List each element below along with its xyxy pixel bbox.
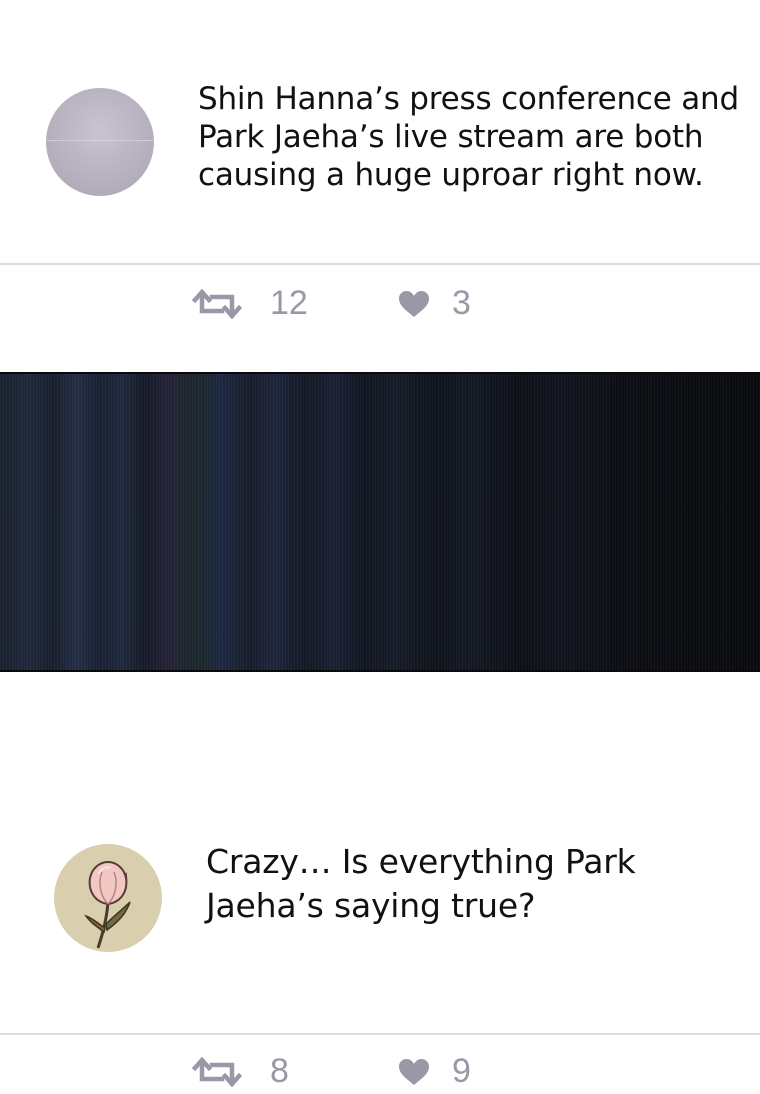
like-count: 3 xyxy=(452,284,471,322)
retweet-icon xyxy=(192,1056,242,1087)
divider xyxy=(0,263,760,265)
post-text: Crazy… Is everything Park Jaeha’s saying… xyxy=(206,842,636,925)
divider xyxy=(0,1033,760,1035)
like-count: 9 xyxy=(452,1052,471,1090)
retweet-count: 12 xyxy=(270,284,308,322)
retweet-icon xyxy=(192,288,242,319)
dark-comic-panel xyxy=(0,372,760,672)
post-actions: 12 3 xyxy=(0,276,760,326)
post-actions: 8 9 xyxy=(0,1044,760,1094)
post-text: Shin Hanna’s press conference and Park J… xyxy=(198,81,739,193)
heart-icon xyxy=(399,290,429,317)
retweet-button[interactable]: 12 xyxy=(192,284,308,323)
like-button[interactable]: 3 xyxy=(398,284,471,323)
heart-icon xyxy=(399,1058,429,1085)
like-button[interactable]: 9 xyxy=(398,1052,471,1091)
retweet-count: 8 xyxy=(270,1052,289,1090)
retweet-button[interactable]: 8 xyxy=(192,1052,289,1091)
avatar[interactable] xyxy=(46,88,154,196)
avatar[interactable] xyxy=(54,844,162,952)
avatar-horizon xyxy=(46,140,154,141)
tulip-icon xyxy=(84,860,131,949)
